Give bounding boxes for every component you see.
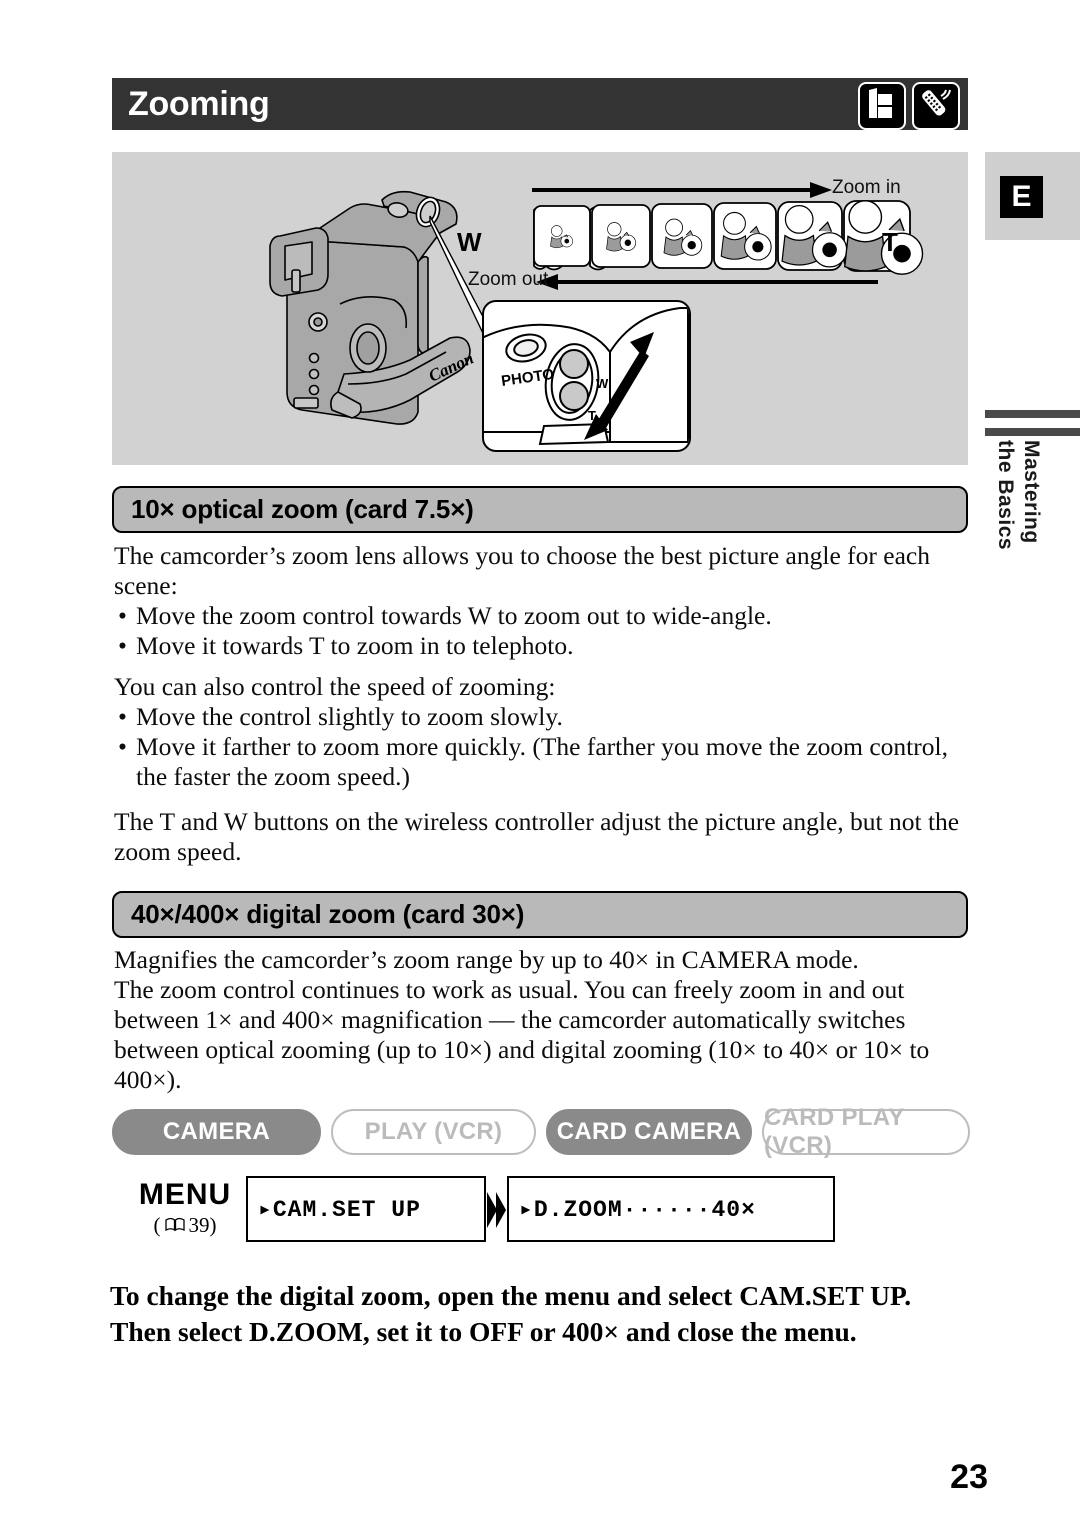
chevron-double-right-icon — [486, 1190, 508, 1230]
mode-button-play-vcr[interactable]: PLAY (VCR) — [331, 1109, 536, 1155]
menu-label: MENU — [138, 1178, 232, 1211]
list-item: Move the control slightly to zoom slowly… — [114, 702, 966, 732]
chapter-tab-line1: Mastering — [1020, 440, 1043, 544]
section-heading-text: 10× optical zoom (card 7.5×) — [131, 494, 474, 524]
list-item: Move it towards T to zoom in to telephot… — [114, 631, 966, 661]
menu-page-reference: ( 39) — [120, 1213, 250, 1238]
section-heading-digital-zoom: 40×/400× digital zoom (card 30×) — [112, 891, 968, 938]
wide-label-w: W — [457, 227, 482, 257]
header-icon-group — [858, 82, 960, 130]
page-number: 23 — [950, 1458, 988, 1496]
menu-label-group: MENU ( 39) — [120, 1178, 250, 1238]
chapter-tab-line2: the Basics — [994, 440, 1017, 551]
paragraph: The zoom control continues to work as us… — [114, 975, 930, 1094]
zoom-control-callout: PHOTO W T — [482, 300, 691, 452]
instruction-line-1: To change the digital zoom, open the men… — [110, 1280, 912, 1311]
tele-label-t: T — [882, 227, 898, 257]
mode-availability-row: CAMERA PLAY (VCR) CARD CAMERA CARD PLAY … — [112, 1104, 972, 1159]
menu-step-1-text: ▸CAM.SET UP — [258, 1196, 421, 1223]
menu-path-row: MENU ( 39) ▸CAM.SET UP ▸D.ZOOM······40× — [112, 1176, 972, 1254]
side-tab-rule-top — [985, 410, 1080, 418]
callout-wide-mark: W — [596, 376, 609, 391]
language-badge-e: E — [1000, 176, 1043, 218]
paragraph: Magnifies the camcorder’s zoom range by … — [114, 945, 859, 974]
optical-zoom-intro: The camcorder’s zoom lens allows you to … — [114, 541, 966, 661]
instruction-line-2: Then select D.ZOOM, set it to OFF or 400… — [110, 1316, 857, 1347]
mode-button-camera[interactable]: CAMERA — [112, 1109, 321, 1155]
menu-step-cam-set-up[interactable]: ▸CAM.SET UP — [246, 1176, 486, 1242]
mode-button-card-camera[interactable]: CARD CAMERA — [546, 1109, 752, 1155]
paragraph: You can also control the speed of zoomin… — [114, 672, 556, 701]
menu-step-d-zoom[interactable]: ▸D.ZOOM······40× — [507, 1176, 835, 1242]
mode-button-card-play-vcr[interactable]: CARD PLAY (VCR) — [762, 1104, 970, 1159]
zoom-out-label: Zoom out — [468, 269, 549, 290]
digital-zoom-body: Magnifies the camcorder’s zoom range by … — [114, 945, 966, 1095]
menu-step-2-text: ▸D.ZOOM······40× — [519, 1196, 756, 1223]
book-icon — [164, 1213, 185, 1238]
paragraph: The T and W buttons on the wireless cont… — [114, 807, 960, 866]
chapter-tab-label: Mastering the Basics — [985, 440, 1080, 650]
instruction-block: To change the digital zoom, open the men… — [110, 1278, 990, 1350]
menu-ref-open: ( — [153, 1213, 161, 1237]
cassette-icon — [858, 82, 906, 130]
illustration-panel: Canon Zoom in Zoom out W T PHOTO W T — [112, 152, 968, 465]
menu-ref-page: 39) — [188, 1213, 217, 1237]
list-item: Move the zoom control towards W to zoom … — [114, 601, 966, 631]
wireless-controller-icon — [912, 82, 960, 130]
optical-zoom-speed: You can also control the speed of zoomin… — [114, 672, 966, 792]
side-tab-rule-bottom — [985, 428, 1080, 436]
section-heading-optical-zoom: 10× optical zoom (card 7.5×) — [112, 486, 968, 533]
callout-tele-mark: T — [588, 408, 596, 423]
wireless-controller-note: The T and W buttons on the wireless cont… — [114, 807, 966, 867]
list-item: Move it farther to zoom more quickly. (T… — [114, 732, 966, 792]
page-title: Zooming — [128, 84, 270, 123]
paragraph: The camcorder’s zoom lens allows you to … — [114, 541, 930, 600]
section-heading-text: 40×/400× digital zoom (card 30×) — [131, 899, 525, 929]
page-header: Zooming — [112, 78, 968, 130]
zoom-in-label: Zoom in — [832, 177, 901, 198]
